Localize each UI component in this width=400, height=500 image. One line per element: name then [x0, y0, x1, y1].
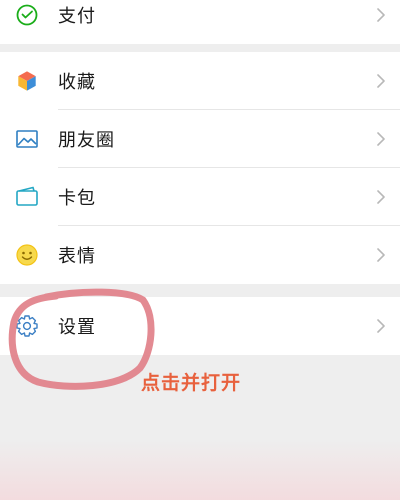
menu-item-label: 设置 — [58, 317, 96, 338]
chevron-right-icon — [377, 132, 385, 146]
annotation-text: 点击并打开 — [141, 372, 242, 394]
menu-item-moments[interactable]: 朋友圈 — [0, 110, 400, 168]
menu-item-stickers[interactable]: 表情 — [0, 226, 400, 284]
chevron-right-icon — [377, 74, 385, 88]
menu-item-favorites[interactable]: 收藏 — [0, 52, 400, 110]
menu-group-main: 收藏 朋友圈 卡包 表情 — [0, 52, 400, 284]
chevron-right-icon — [377, 8, 385, 22]
menu-group-pay: 支付 — [0, 0, 400, 44]
favorites-icon — [13, 67, 41, 95]
settings-icon — [13, 312, 41, 340]
menu-item-pay[interactable]: 支付 — [0, 0, 400, 44]
chevron-right-icon — [377, 319, 385, 333]
menu-item-label: 卡包 — [58, 188, 96, 209]
chevron-right-icon — [377, 248, 385, 262]
stickers-icon — [13, 241, 41, 269]
menu-item-label: 支付 — [58, 6, 96, 27]
moments-icon — [13, 125, 41, 153]
chevron-right-icon — [377, 190, 385, 204]
menu-group-settings: 设置 — [0, 297, 400, 355]
bottom-tint — [0, 440, 400, 500]
menu-item-label: 朋友圈 — [58, 130, 115, 151]
menu-item-card-wallet[interactable]: 卡包 — [0, 168, 400, 226]
menu-item-label: 收藏 — [58, 72, 96, 93]
menu-item-settings[interactable]: 设置 — [0, 297, 400, 355]
card-wallet-icon — [13, 183, 41, 211]
menu-item-label: 表情 — [58, 246, 96, 267]
pay-icon — [13, 1, 41, 29]
